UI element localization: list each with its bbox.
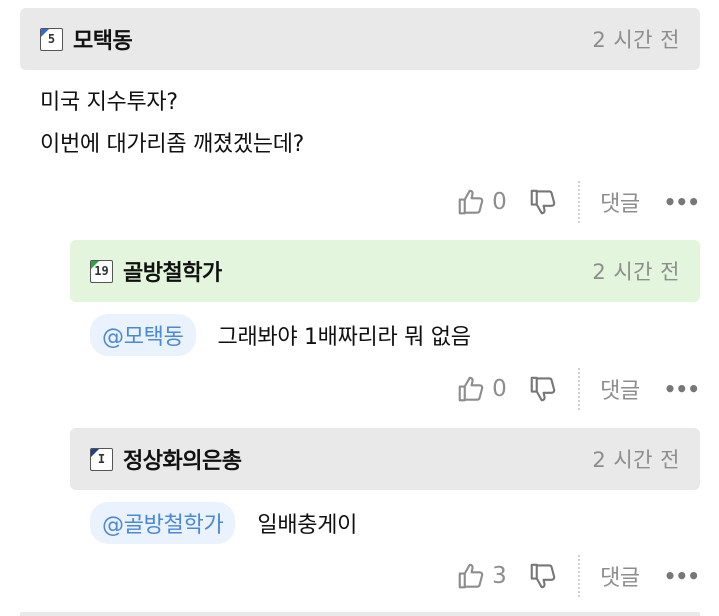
comment-line: 미국 지수투자? [40,90,178,115]
like-button[interactable]: 3 [456,561,520,591]
thumbs-up-icon [456,374,486,404]
action-divider [578,181,581,223]
like-count: 3 [492,563,507,589]
more-icon[interactable]: ••• [664,564,700,588]
level-badge-icon: I [90,447,113,471]
author-nickname[interactable]: 모택동 [73,23,133,55]
comment-time: 2 시간 전 [592,260,680,284]
reply-button[interactable]: 댓글 [600,373,640,405]
mention-tag[interactable]: @모택동 [90,314,196,356]
comment-body: 미국 지수투자? 이번에 대가리좀 깨졌겠는데? [40,82,304,166]
action-divider [578,555,581,597]
like-count: 0 [492,376,507,402]
author-nickname[interactable]: 골방철학가 [123,255,222,287]
level-badge-icon: 5 [40,27,63,51]
dislike-button[interactable] [528,187,558,217]
like-button[interactable]: 0 [456,374,520,404]
reply-button[interactable]: 댓글 [600,560,640,592]
author-nickname[interactable]: 정상화의은총 [123,443,242,475]
like-button[interactable]: 0 [456,187,520,217]
level-badge-icon: 19 [90,259,113,283]
thumbs-up-icon [456,561,486,591]
more-icon[interactable]: ••• [664,377,700,401]
author-info[interactable]: 5 모택동 [40,23,133,55]
reply-header: 19 골방철학가 2 시간 전 [70,240,700,302]
comment-actions: 3 댓글 ••• [456,554,700,598]
reply-button[interactable]: 댓글 [600,186,640,218]
comment-time: 2 시간 전 [592,28,680,52]
author-info[interactable]: I 정상화의은총 [90,443,242,475]
comment-actions: 0 댓글 ••• [456,367,700,411]
reply-text: 일배충게이 [257,513,358,538]
action-divider [578,368,581,410]
reply-body: @모택동 그래봐야 1배짜리라 뭐 없음 [90,314,471,356]
comment-time: 2 시간 전 [592,448,680,472]
thumbs-down-icon [528,561,558,591]
more-icon[interactable]: ••• [664,190,700,214]
thumbs-up-icon [456,187,486,217]
like-count: 0 [492,189,507,215]
mention-tag[interactable]: @골방철학가 [90,502,236,544]
comment-line: 이번에 대가리좀 깨졌겠는데? [40,132,305,157]
comment-header: 5 모택동 2 시간 전 [20,8,700,70]
thumbs-down-icon [528,187,558,217]
thumbs-down-icon [528,374,558,404]
next-comment-edge [20,612,700,616]
reply-body: @골방철학가 일배충게이 [90,502,357,544]
dislike-button[interactable] [528,374,558,404]
dislike-button[interactable] [528,561,558,591]
reply-text: 그래봐야 1배짜리라 뭐 없음 [217,325,471,350]
comment-actions: 0 댓글 ••• [456,180,700,224]
reply-header: I 정상화의은총 2 시간 전 [70,428,700,490]
author-info[interactable]: 19 골방철학가 [90,255,222,287]
